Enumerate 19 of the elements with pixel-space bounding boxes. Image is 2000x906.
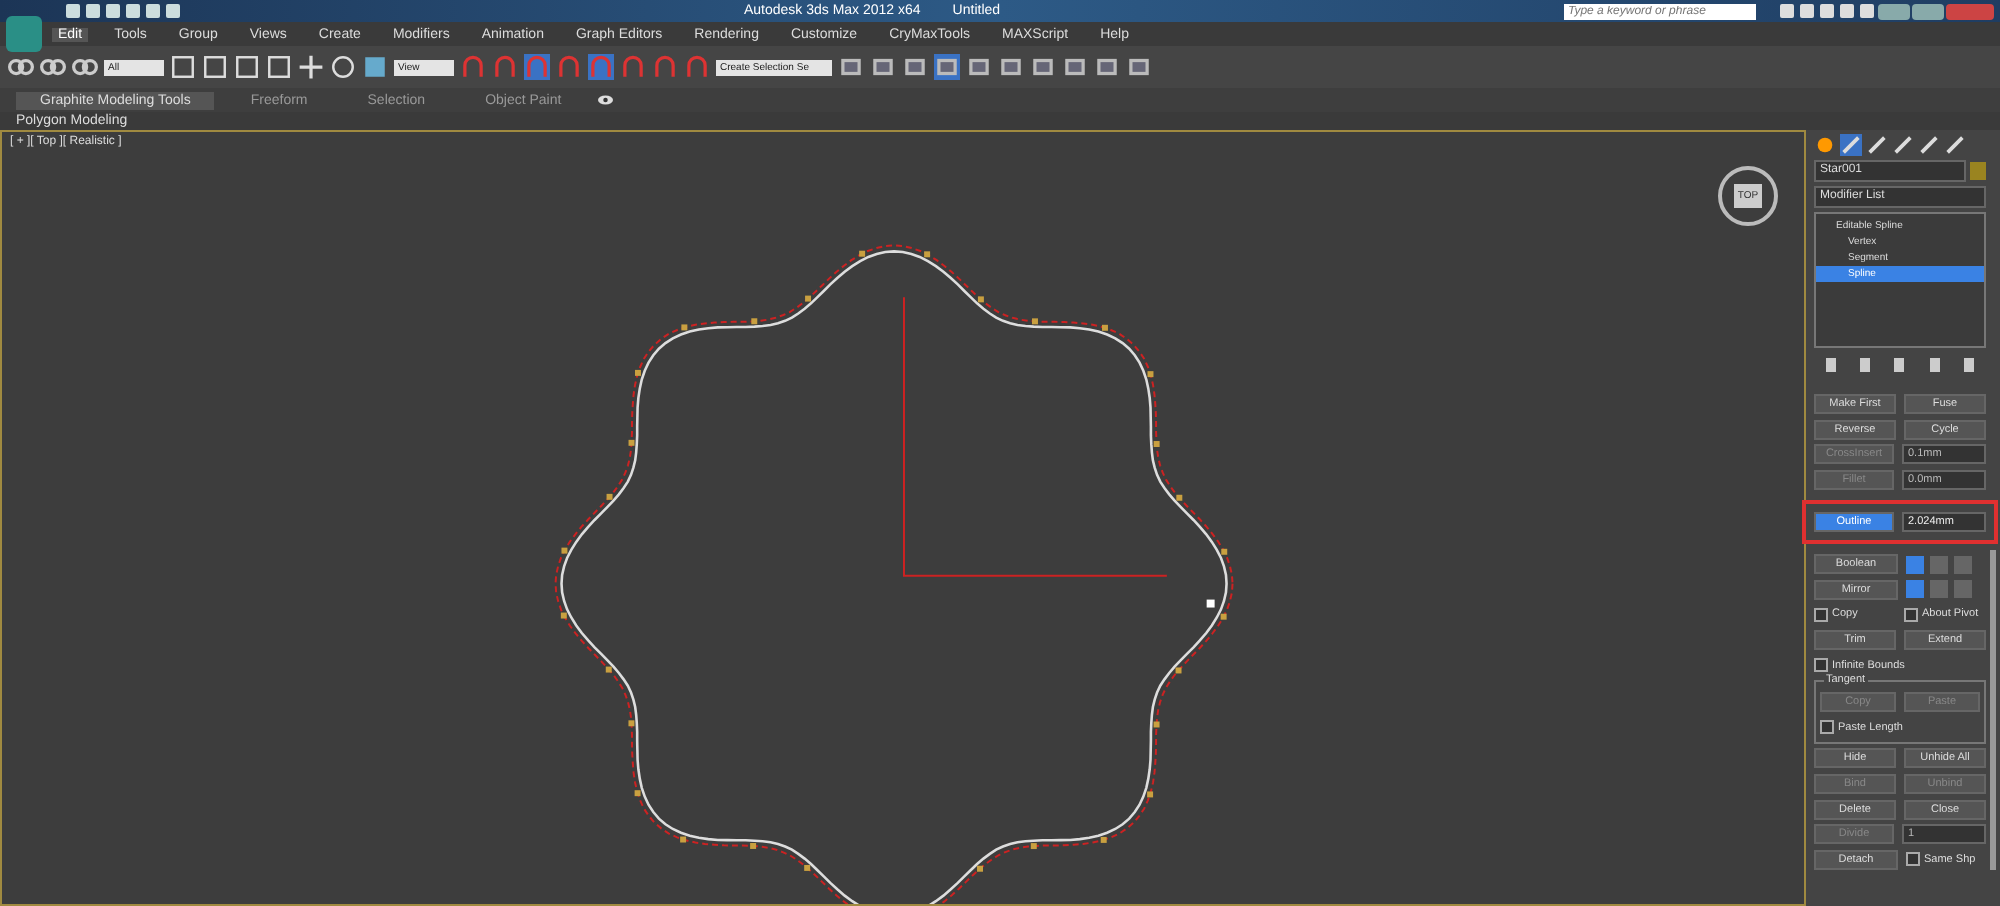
checkbox[interactable] bbox=[1906, 852, 1920, 867]
object-color-swatch[interactable] bbox=[1970, 162, 1986, 180]
checkbox[interactable] bbox=[1904, 607, 1918, 622]
rotate-icon[interactable] bbox=[330, 54, 356, 80]
modify-icon[interactable] bbox=[1840, 134, 1862, 156]
move-icon[interactable] bbox=[298, 54, 324, 80]
checkbox[interactable] bbox=[1814, 658, 1828, 673]
link-icon[interactable] bbox=[8, 54, 34, 80]
selected-vertex[interactable] bbox=[1206, 599, 1215, 608]
rectangle-select-icon[interactable] bbox=[234, 54, 260, 80]
mode-icon[interactable] bbox=[1906, 555, 1924, 574]
checkbox[interactable] bbox=[1820, 720, 1834, 735]
eye-icon[interactable] bbox=[597, 94, 616, 106]
scrollbar[interactable] bbox=[1990, 550, 1996, 870]
mode-icon[interactable] bbox=[1906, 580, 1924, 599]
maximize-button[interactable] bbox=[1911, 3, 1944, 19]
create-icon[interactable] bbox=[1814, 134, 1836, 156]
checkbox[interactable] bbox=[1814, 607, 1828, 622]
minimize-button[interactable] bbox=[1877, 3, 1910, 19]
